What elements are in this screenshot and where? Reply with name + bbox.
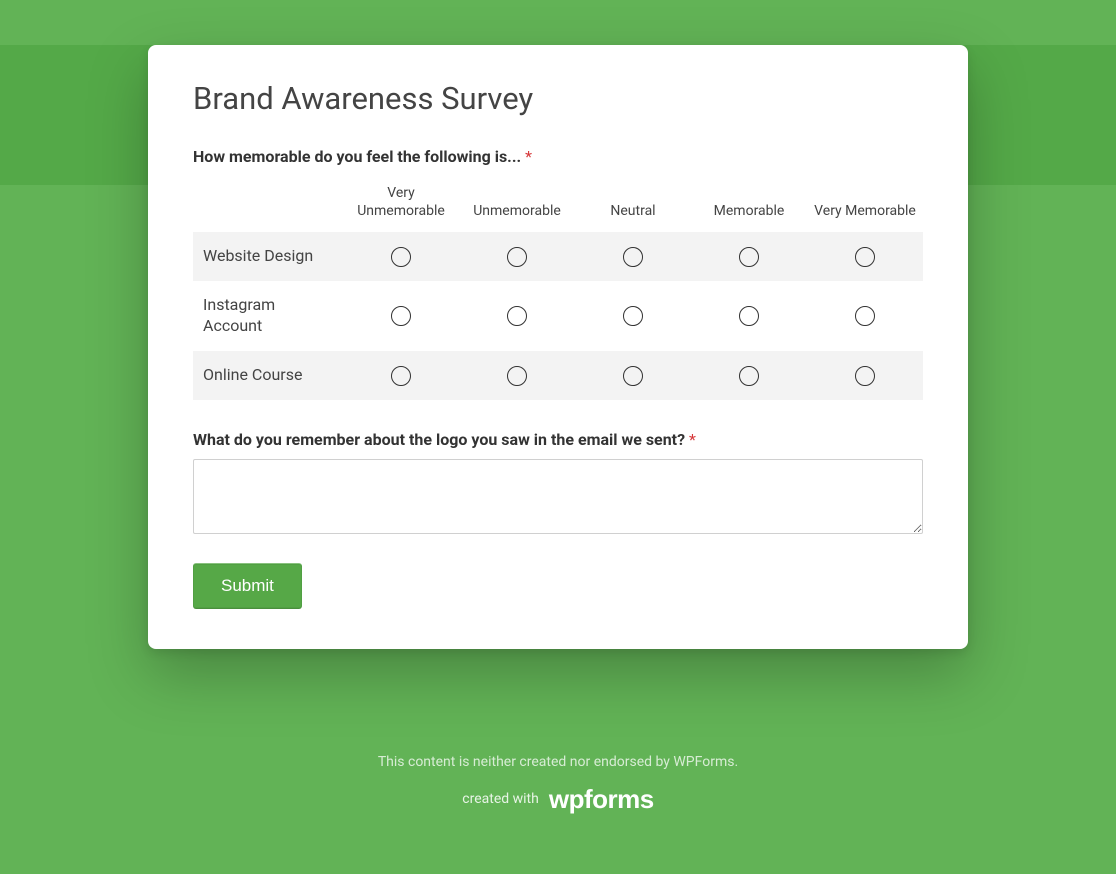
radio-option[interactable] (739, 247, 759, 267)
radio-option[interactable] (855, 306, 875, 326)
table-row: Website Design (193, 232, 923, 281)
table-row: Online Course (193, 351, 923, 400)
radio-option[interactable] (507, 306, 527, 326)
row-label: Online Course (193, 351, 343, 400)
question1-label: How memorable do you feel the following … (193, 147, 923, 166)
radio-option[interactable] (855, 366, 875, 386)
table-row: Instagram Account (193, 281, 923, 351)
question1-label-text: How memorable do you feel the following … (193, 147, 521, 166)
created-with-text: created with (462, 791, 539, 807)
survey-title: Brand Awareness Survey (193, 80, 923, 117)
footer-disclaimer: This content is neither created nor endo… (0, 754, 1116, 770)
col-header: Memorable (691, 176, 807, 232)
row-label: Instagram Account (193, 281, 343, 351)
radio-option[interactable] (623, 366, 643, 386)
question2-label-text: What do you remember about the logo you … (193, 430, 685, 449)
col-header: Unmemorable (459, 176, 575, 232)
radio-option[interactable] (507, 366, 527, 386)
row-label: Website Design (193, 232, 343, 281)
radio-option[interactable] (623, 306, 643, 326)
likert-matrix: Very Unmemorable Unmemorable Neutral Mem… (193, 176, 923, 400)
radio-option[interactable] (739, 366, 759, 386)
radio-option[interactable] (391, 306, 411, 326)
page-footer: This content is neither created nor endo… (0, 754, 1116, 815)
radio-option[interactable] (391, 366, 411, 386)
radio-option[interactable] (623, 247, 643, 267)
col-header: Neutral (575, 176, 691, 232)
wpforms-logo: wpforms (549, 784, 654, 815)
radio-option[interactable] (391, 247, 411, 267)
required-marker: * (689, 430, 696, 449)
question2-label: What do you remember about the logo you … (193, 430, 923, 449)
radio-option[interactable] (739, 306, 759, 326)
radio-option[interactable] (507, 247, 527, 267)
required-marker: * (525, 147, 532, 166)
logo-memory-textarea[interactable] (193, 459, 923, 534)
footer-credit: created with wpforms (462, 784, 653, 815)
matrix-corner (193, 176, 343, 232)
survey-card: Brand Awareness Survey How memorable do … (148, 45, 968, 649)
radio-option[interactable] (855, 247, 875, 267)
col-header: Very Unmemorable (343, 176, 459, 232)
submit-button[interactable]: Submit (193, 563, 302, 609)
col-header: Very Memorable (807, 176, 923, 232)
